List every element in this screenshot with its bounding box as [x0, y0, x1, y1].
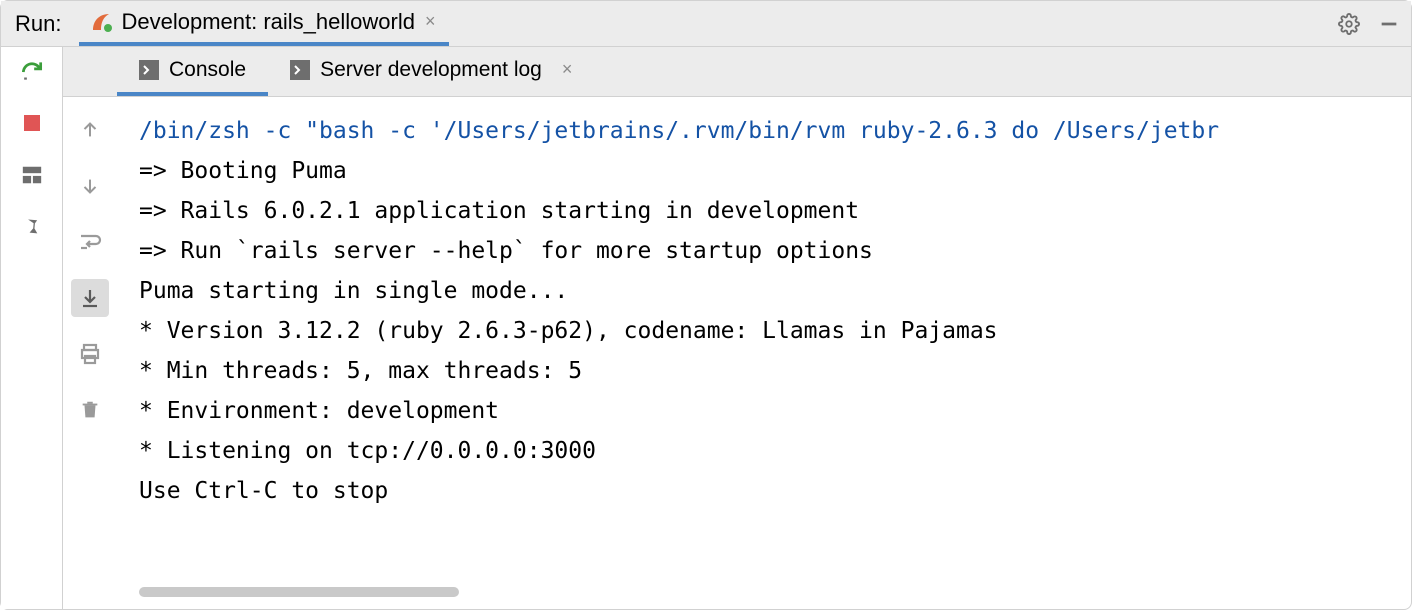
minimize-icon[interactable] — [1375, 10, 1403, 38]
horizontal-scrollbar[interactable] — [139, 587, 1399, 601]
console-line: Puma starting in single mode... — [139, 278, 568, 304]
trash-icon[interactable] — [71, 391, 109, 429]
console-line: * Listening on tcp://0.0.0.0:3000 — [139, 438, 596, 464]
scrollbar-thumb[interactable] — [139, 587, 459, 597]
terminal-icon — [290, 60, 310, 80]
pin-icon[interactable] — [18, 213, 46, 241]
close-icon[interactable]: × — [423, 11, 438, 32]
settings-icon[interactable] — [1335, 10, 1363, 38]
console-line: => Booting Puma — [139, 158, 347, 184]
tab-server-log-label: Server development log — [320, 58, 542, 82]
panel-label: Run: — [15, 11, 61, 37]
scroll-to-end-icon[interactable] — [71, 279, 109, 317]
print-icon[interactable] — [71, 335, 109, 373]
layout-icon[interactable] — [18, 161, 46, 189]
soft-wrap-icon[interactable] — [71, 223, 109, 261]
console-area: /bin/zsh -c "bash -c '/Users/jetbrains/.… — [117, 97, 1411, 609]
left-toolbar — [1, 47, 63, 609]
arrow-down-icon[interactable] — [71, 167, 109, 205]
console-line: Use Ctrl-C to stop — [139, 478, 388, 504]
terminal-icon — [139, 60, 159, 80]
rails-icon — [91, 11, 113, 33]
console-line: * Min threads: 5, max threads: 5 — [139, 358, 582, 384]
arrow-up-icon[interactable] — [71, 111, 109, 149]
tab-server-log[interactable]: Server development log × — [268, 47, 596, 96]
body-area: Console Server development log × — [1, 47, 1411, 609]
rerun-icon[interactable] — [18, 57, 46, 85]
run-tool-window: Run: Development: rails_helloworld × — [0, 0, 1412, 610]
close-icon[interactable]: × — [560, 59, 575, 80]
tab-console-label: Console — [169, 58, 246, 82]
stop-icon[interactable] — [18, 109, 46, 137]
tab-console[interactable]: Console — [117, 47, 268, 96]
run-config-tab[interactable]: Development: rails_helloworld × — [79, 1, 449, 46]
console-output[interactable]: /bin/zsh -c "bash -c '/Users/jetbrains/.… — [117, 97, 1411, 581]
console-line: * Version 3.12.2 (ruby 2.6.3-p62), coden… — [139, 318, 998, 344]
console-toolbar — [63, 97, 117, 609]
console-command: /bin/zsh -c "bash -c '/Users/jetbrains/.… — [139, 118, 1219, 144]
run-config-title: Development: rails_helloworld — [121, 9, 414, 35]
console-line: => Rails 6.0.2.1 application starting in… — [139, 198, 873, 224]
subtabs: Console Server development log × — [63, 47, 1411, 97]
console-line: * Environment: development — [139, 398, 499, 424]
console-line: => Run `rails server --help` for more st… — [139, 238, 873, 264]
run-header: Run: Development: rails_helloworld × — [1, 1, 1411, 47]
